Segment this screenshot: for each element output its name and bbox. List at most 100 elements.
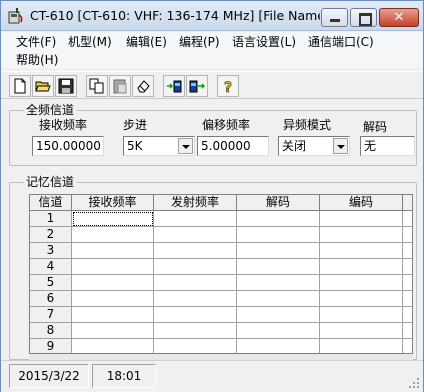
table-cell[interactable]	[320, 227, 403, 243]
chevron-down-icon[interactable]	[178, 138, 193, 154]
table-cell[interactable]	[403, 227, 412, 243]
row-header-channel[interactable]: 4	[30, 259, 72, 275]
table-cell[interactable]	[72, 307, 154, 323]
table-cell[interactable]	[320, 211, 403, 227]
table-cell[interactable]	[72, 291, 154, 307]
table-cell[interactable]	[72, 323, 154, 339]
rx-freq-input[interactable]: 150.00000	[32, 136, 104, 156]
app-window: CT-610 [CT-610: VHF: 136-174 MHz] [File …	[0, 0, 424, 392]
table-cell[interactable]	[403, 275, 412, 291]
table-cell[interactable]	[237, 243, 320, 259]
table-cell[interactable]	[320, 323, 403, 339]
step-select[interactable]: 5K	[123, 136, 195, 156]
table-cell[interactable]	[403, 211, 412, 227]
status-date: 2015/3/22	[9, 364, 89, 388]
table-cell[interactable]	[320, 275, 403, 291]
column-header-rx-freq[interactable]: 接收频率	[72, 195, 154, 211]
table-cell[interactable]	[320, 339, 403, 353]
help-button[interactable]: ?	[217, 75, 239, 97]
status-time: 18:01	[92, 364, 156, 388]
split-mode-select[interactable]: 关闭	[278, 136, 350, 156]
table-cell[interactable]	[72, 275, 154, 291]
column-header-channel[interactable]: 信道	[30, 195, 72, 211]
table-cell[interactable]	[154, 275, 237, 291]
table-cell[interactable]	[237, 291, 320, 307]
table-cell[interactable]	[154, 243, 237, 259]
open-file-button[interactable]	[32, 75, 54, 97]
menu-edit[interactable]: 编辑(E)	[123, 33, 170, 51]
row-header-channel[interactable]: 9	[30, 339, 72, 353]
menu-file[interactable]: 文件(F)	[13, 33, 59, 51]
table-cell[interactable]	[320, 243, 403, 259]
row-header-channel[interactable]: 2	[30, 227, 72, 243]
new-file-button[interactable]	[9, 75, 31, 97]
maximize-button[interactable]	[350, 8, 377, 27]
split-mode-label: 异频模式	[283, 118, 332, 132]
svg-text:?: ?	[224, 80, 232, 94]
table-cell[interactable]	[72, 259, 154, 275]
table-cell[interactable]	[403, 307, 412, 323]
table-cell[interactable]	[72, 339, 154, 353]
read-from-radio-button[interactable]	[163, 75, 185, 97]
table-cell[interactable]	[320, 307, 403, 323]
table-cell[interactable]	[403, 243, 412, 259]
column-header-decode[interactable]: 解码	[237, 195, 320, 211]
menu-model[interactable]: 机型(M)	[65, 33, 115, 51]
table-cell[interactable]	[403, 291, 412, 307]
row-header-channel[interactable]: 3	[30, 243, 72, 259]
column-header-encode[interactable]: 编码	[320, 195, 403, 211]
table-cell[interactable]	[237, 275, 320, 291]
column-header-extra	[403, 195, 412, 211]
menu-program[interactable]: 编程(P)	[176, 33, 223, 51]
table-cell[interactable]	[154, 227, 237, 243]
menu-help[interactable]: 帮助(H)	[13, 51, 61, 69]
row-header-channel[interactable]: 6	[30, 291, 72, 307]
table-cell[interactable]	[403, 259, 412, 275]
paste-button[interactable]	[109, 75, 131, 97]
table-cell[interactable]	[154, 323, 237, 339]
copy-button[interactable]	[86, 75, 108, 97]
write-to-radio-button[interactable]	[186, 75, 208, 97]
minimize-button[interactable]	[321, 8, 348, 27]
decode-input[interactable]: 无	[360, 136, 415, 156]
close-button[interactable]: ✕	[379, 8, 419, 27]
row-header-channel[interactable]: 5	[30, 275, 72, 291]
table-cell[interactable]	[154, 291, 237, 307]
row-header-channel[interactable]: 8	[30, 323, 72, 339]
table-cell[interactable]	[72, 227, 154, 243]
table-cell[interactable]	[320, 291, 403, 307]
read-from-radio-icon	[167, 80, 182, 93]
chevron-down-icon[interactable]	[333, 138, 348, 154]
step-label: 步进	[123, 118, 148, 132]
column-header-tx-freq[interactable]: 发射频率	[154, 195, 237, 211]
table-cell[interactable]	[72, 211, 154, 227]
table-cell[interactable]	[320, 259, 403, 275]
row-header-channel[interactable]: 1	[30, 211, 72, 227]
paste-icon	[113, 79, 127, 94]
menu-language[interactable]: 语言设置(L)	[229, 33, 299, 51]
resize-grip-icon[interactable]	[408, 377, 420, 389]
toolbar: ?	[1, 71, 423, 99]
new-file-icon	[14, 78, 26, 94]
table-cell[interactable]	[154, 211, 237, 227]
memory-channel-table[interactable]: 信道 接收频率 发射频率 解码 编码 12345678910	[29, 194, 413, 354]
table-cell[interactable]	[72, 243, 154, 259]
table-cell[interactable]	[154, 307, 237, 323]
title-bar[interactable]: CT-610 [CT-610: VHF: 136-174 MHz] [File …	[1, 1, 423, 31]
table-cell[interactable]	[237, 307, 320, 323]
save-button[interactable]	[55, 75, 77, 97]
table-cell[interactable]	[237, 323, 320, 339]
table-cell[interactable]	[154, 339, 237, 353]
table-cell[interactable]	[237, 211, 320, 227]
decode-label: 解码	[363, 120, 388, 134]
offset-freq-input[interactable]: 5.00000	[197, 136, 269, 156]
clear-button[interactable]	[132, 75, 154, 97]
table-cell[interactable]	[237, 227, 320, 243]
table-cell[interactable]	[237, 259, 320, 275]
menu-comm-port[interactable]: 通信端口(C)	[305, 33, 377, 51]
table-cell[interactable]	[237, 339, 320, 353]
table-cell[interactable]	[403, 339, 412, 353]
row-header-channel[interactable]: 7	[30, 307, 72, 323]
table-cell[interactable]	[403, 323, 412, 339]
table-cell[interactable]	[154, 259, 237, 275]
